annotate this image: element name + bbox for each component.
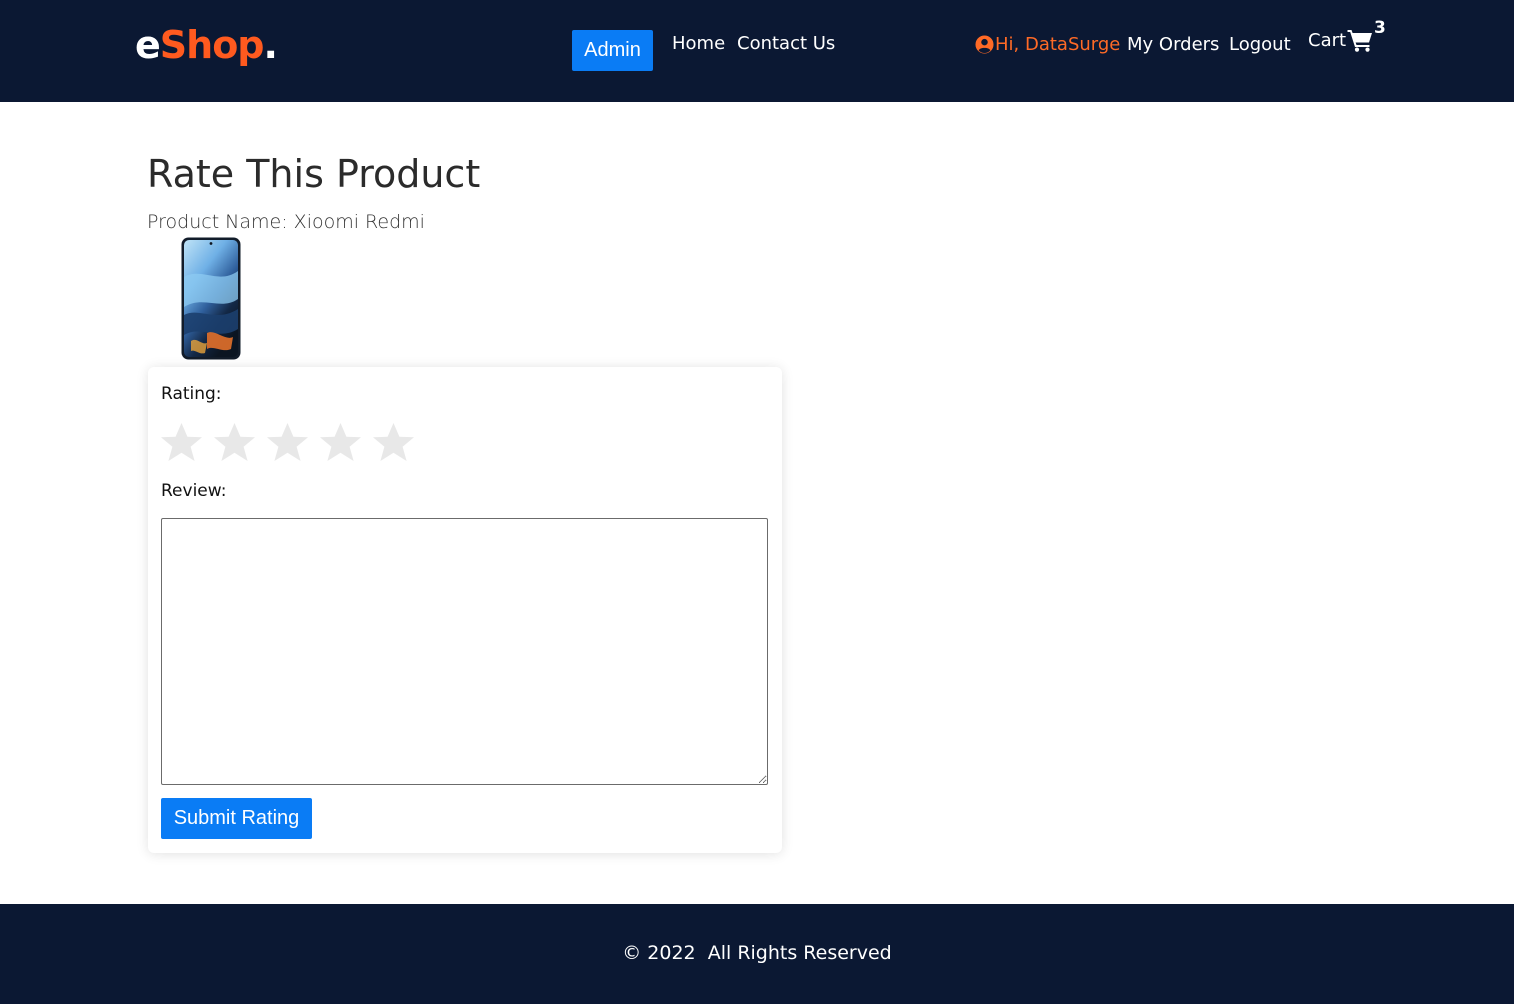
page-title: Rate This Product (147, 152, 481, 196)
shopping-cart-icon (1347, 30, 1373, 52)
user-circle-icon (975, 34, 994, 54)
rating-label: Rating: (161, 384, 222, 404)
star-rating[interactable] (160, 421, 415, 463)
star-icon[interactable] (160, 421, 203, 463)
brand-logo[interactable]: eShop. (135, 22, 278, 68)
review-label: Review: (161, 481, 227, 501)
user-greeting[interactable]: Hi, DataSurge (975, 31, 1120, 57)
brand-logo-dot: . (263, 23, 278, 67)
product-image (181, 237, 241, 360)
rating-form: Rating: Review: Submit Rating (148, 367, 782, 853)
user-greeting-text: Hi, DataSurge (995, 33, 1121, 55)
product-name: Product Name: Xioomi Redmi (147, 211, 425, 233)
nav-contact-link[interactable]: Contact Us (737, 32, 835, 56)
brand-logo-e: e (135, 23, 161, 67)
nav-home-link[interactable]: Home (672, 32, 725, 56)
cart-label: Cart (1308, 29, 1347, 51)
star-icon[interactable] (319, 421, 362, 463)
footer-copyright: © 2022 All Rights Reserved (622, 942, 892, 964)
star-icon[interactable] (266, 421, 309, 463)
brand-logo-shop: Shop (159, 23, 265, 67)
nav-logout-link[interactable]: Logout (1229, 33, 1291, 57)
cart-count-badge: 3 (1374, 18, 1386, 38)
cart-link[interactable]: Cart (1308, 28, 1373, 52)
star-icon[interactable] (213, 421, 256, 463)
review-textarea[interactable] (161, 518, 768, 785)
star-icon[interactable] (372, 421, 415, 463)
navbar: eShop. Admin Home Contact Us Hi, DataSur… (0, 0, 1514, 102)
submit-rating-button[interactable]: Submit Rating (161, 798, 312, 839)
admin-button[interactable]: Admin (572, 30, 653, 71)
nav-my-orders-link[interactable]: My Orders (1127, 33, 1219, 57)
